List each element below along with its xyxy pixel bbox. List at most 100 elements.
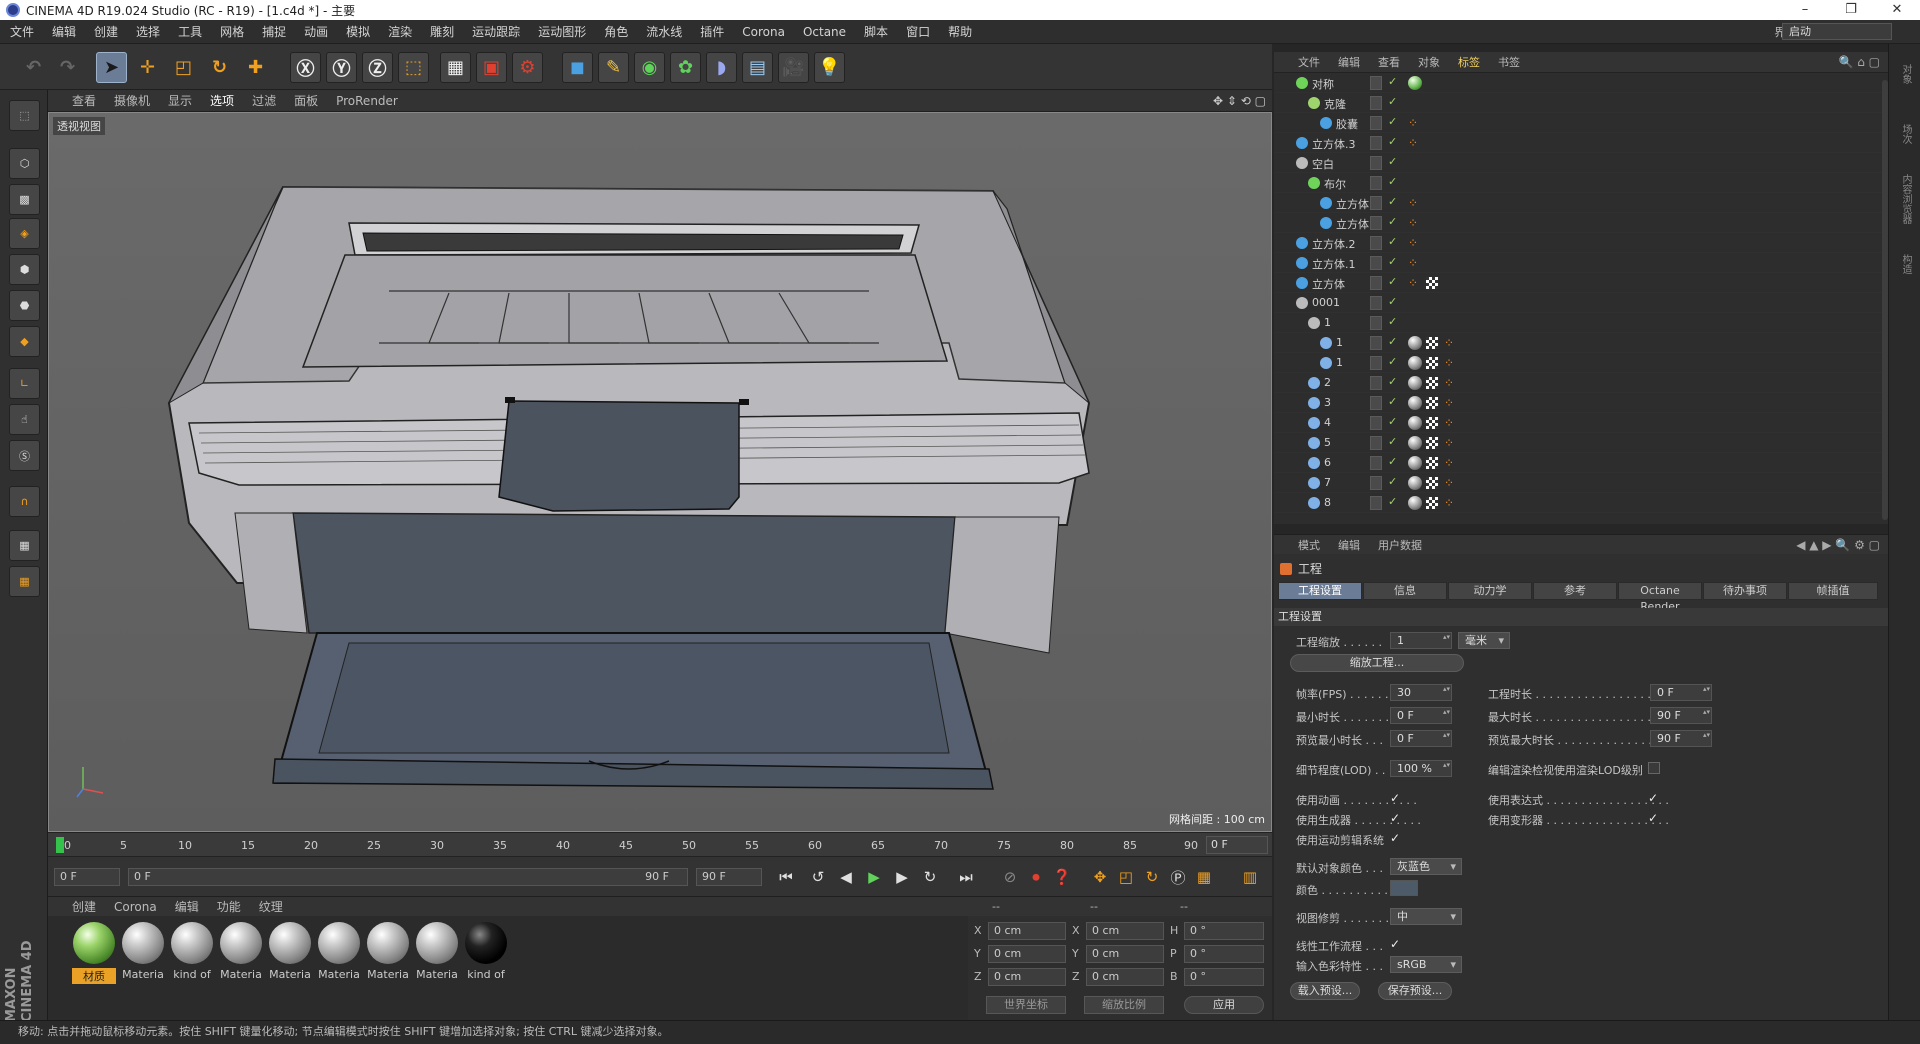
enabled-check-icon[interactable]: ✓ — [1388, 315, 1397, 328]
object-row[interactable]: 8 ✓ ⁘ — [1274, 493, 1886, 513]
layer-toggle[interactable] — [1370, 76, 1382, 90]
tab-info[interactable]: 信息 — [1363, 582, 1447, 600]
layer-toggle[interactable] — [1370, 356, 1382, 370]
cube-icon[interactable]: ◼ — [562, 52, 593, 83]
layer-toggle[interactable] — [1370, 476, 1382, 490]
phong-tag-icon[interactable]: ⁘ — [1444, 397, 1456, 409]
render-settings-icon[interactable]: ⚙ — [512, 52, 543, 83]
use-deformers-checkbox[interactable]: ✓ — [1648, 812, 1660, 824]
object-row[interactable]: 立方体.3 ✓ ⁘ — [1274, 213, 1886, 233]
texture-tag-icon[interactable] — [1426, 477, 1438, 489]
layer-toggle[interactable] — [1370, 156, 1382, 170]
enabled-check-icon[interactable]: ✓ — [1388, 355, 1397, 368]
strip-tab-takes[interactable]: 场次 — [1897, 124, 1913, 144]
object-row[interactable]: 立方体.1 ✓ ⁘ — [1274, 253, 1886, 273]
material-tag-icon[interactable] — [1408, 476, 1422, 490]
workplane-icon[interactable]: ◈ — [9, 218, 40, 249]
object-row[interactable]: 4 ✓ ⁘ — [1274, 413, 1886, 433]
object-row[interactable]: 3 ✓ ⁘ — [1274, 393, 1886, 413]
layer-toggle[interactable] — [1370, 236, 1382, 250]
layer-toggle[interactable] — [1370, 196, 1382, 210]
texture-tag-icon[interactable] — [1426, 357, 1438, 369]
rot-p-field[interactable]: 0 ° — [1184, 945, 1264, 963]
interface-select[interactable]: 启动 — [1782, 23, 1892, 40]
enabled-check-icon[interactable]: ✓ — [1388, 435, 1397, 448]
texture-tag-icon[interactable] — [1426, 377, 1438, 389]
select-arrow-icon[interactable]: ➤ — [96, 52, 127, 83]
redo-icon[interactable]: ↷ — [52, 52, 83, 83]
obj-menu-objects[interactable]: 对象 — [1418, 54, 1440, 70]
linear-workflow-checkbox[interactable]: ✓ — [1390, 938, 1402, 950]
phong-tag-icon[interactable]: ⁘ — [1444, 477, 1456, 489]
light-icon[interactable]: 💡 — [814, 52, 845, 83]
tab-todo[interactable]: 待办事项 — [1703, 582, 1787, 600]
material-tag-icon[interactable] — [1408, 356, 1422, 370]
save-preset-button[interactable]: 保存预设... — [1378, 982, 1452, 1000]
attr-menu-edit[interactable]: 编辑 — [1338, 537, 1360, 553]
go-to-end-icon[interactable]: ⏭ — [954, 865, 978, 889]
menu-motion-tracking[interactable]: 运动跟踪 — [472, 23, 520, 40]
attr-menu-userdata[interactable]: 用户数据 — [1378, 537, 1422, 553]
points-mode-icon[interactable]: ⬢ — [9, 254, 40, 285]
scale-icon[interactable]: ◰ — [168, 52, 199, 83]
obj-menu-edit[interactable]: 编辑 — [1338, 54, 1360, 70]
phong-tag-icon[interactable]: ⁘ — [1444, 337, 1456, 349]
menu-edit[interactable]: 编辑 — [52, 23, 76, 40]
texture-mode-icon[interactable]: ▩ — [9, 184, 40, 215]
phong-tag-icon[interactable]: ⁘ — [1444, 437, 1456, 449]
tab-frame-interpolation[interactable]: 帧插值 — [1788, 582, 1878, 600]
object-row[interactable]: 立方体 ✓ ⁘ — [1274, 273, 1886, 293]
layer-toggle[interactable] — [1370, 436, 1382, 450]
vp-menu-filter[interactable]: 过滤 — [252, 92, 276, 109]
mat-menu-function[interactable]: 功能 — [217, 898, 241, 915]
printer-model[interactable] — [49, 113, 1272, 832]
obj-menu-tags[interactable]: 标签 — [1458, 54, 1480, 70]
render-lod-checkbox[interactable] — [1648, 762, 1660, 774]
object-row[interactable]: 立方体.2 ✓ ⁘ — [1274, 233, 1886, 253]
enabled-check-icon[interactable]: ✓ — [1388, 375, 1397, 388]
enabled-check-icon[interactable]: ✓ — [1388, 195, 1397, 208]
menu-window[interactable]: 窗口 — [906, 23, 930, 40]
tweak-icon[interactable]: ☝ — [9, 404, 40, 435]
phong-tag-icon[interactable]: ⁘ — [1408, 117, 1420, 129]
enabled-check-icon[interactable]: ✓ — [1388, 255, 1397, 268]
vp-menu-prorender[interactable]: ProRender — [336, 94, 398, 108]
use-animation-checkbox[interactable]: ✓ — [1390, 792, 1402, 804]
pos-z-field[interactable]: 0 cm — [988, 968, 1066, 986]
undo-icon[interactable]: ↶ — [18, 52, 49, 83]
timeline-window-icon[interactable]: ▥ — [1238, 865, 1262, 889]
size-x-field[interactable]: 0 cm — [1086, 922, 1164, 940]
close-button[interactable]: ✕ — [1874, 0, 1920, 20]
project-unit-dropdown[interactable]: 毫米 — [1458, 632, 1510, 649]
view-clipping-dropdown[interactable]: 中 — [1390, 908, 1462, 925]
key-rotation-icon[interactable]: ↻ — [1140, 865, 1164, 889]
object-row[interactable]: 0001 ✓ — [1274, 293, 1886, 313]
keyframe-selection-icon[interactable]: ❓ — [1050, 865, 1074, 889]
menu-mesh[interactable]: 网格 — [220, 23, 244, 40]
material-swatch[interactable]: kind of — [170, 922, 214, 984]
obj-menu-bookmarks[interactable]: 书签 — [1498, 54, 1520, 70]
play-icon[interactable]: ▶ — [862, 865, 886, 889]
layer-toggle[interactable] — [1370, 316, 1382, 330]
world-coords-dropdown[interactable]: 世界坐标 — [986, 996, 1066, 1014]
phong-tag-icon[interactable]: ⁘ — [1444, 417, 1456, 429]
menu-sculpt[interactable]: 雕刻 — [430, 23, 454, 40]
prev-key-icon[interactable]: ↺ — [806, 865, 830, 889]
material-tag-icon[interactable] — [1408, 496, 1422, 510]
x-axis-icon[interactable]: Ⓧ — [290, 52, 321, 83]
preview-min-field[interactable]: 0 F — [1390, 730, 1452, 747]
fps-field[interactable]: 30 — [1390, 684, 1452, 701]
enabled-check-icon[interactable]: ✓ — [1388, 455, 1397, 468]
key-scale-icon[interactable]: ◰ — [1114, 865, 1138, 889]
menu-select[interactable]: 选择 — [136, 23, 160, 40]
mat-menu-edit[interactable]: 编辑 — [175, 898, 199, 915]
timeline-ruler[interactable]: 0 5 10 15 20 25 30 35 40 45 50 55 60 65 … — [48, 832, 1272, 856]
layer-toggle[interactable] — [1370, 376, 1382, 390]
prev-frame-icon[interactable]: ◀ — [834, 865, 858, 889]
enabled-check-icon[interactable]: ✓ — [1388, 95, 1397, 108]
mat-menu-corona[interactable]: Corona — [114, 900, 157, 914]
coordinate-system-icon[interactable]: ⬚ — [398, 52, 429, 83]
object-row[interactable]: 2 ✓ ⁘ — [1274, 373, 1886, 393]
make-editable-icon[interactable]: ⬚ — [9, 100, 40, 131]
material-tag-icon[interactable] — [1408, 376, 1422, 390]
